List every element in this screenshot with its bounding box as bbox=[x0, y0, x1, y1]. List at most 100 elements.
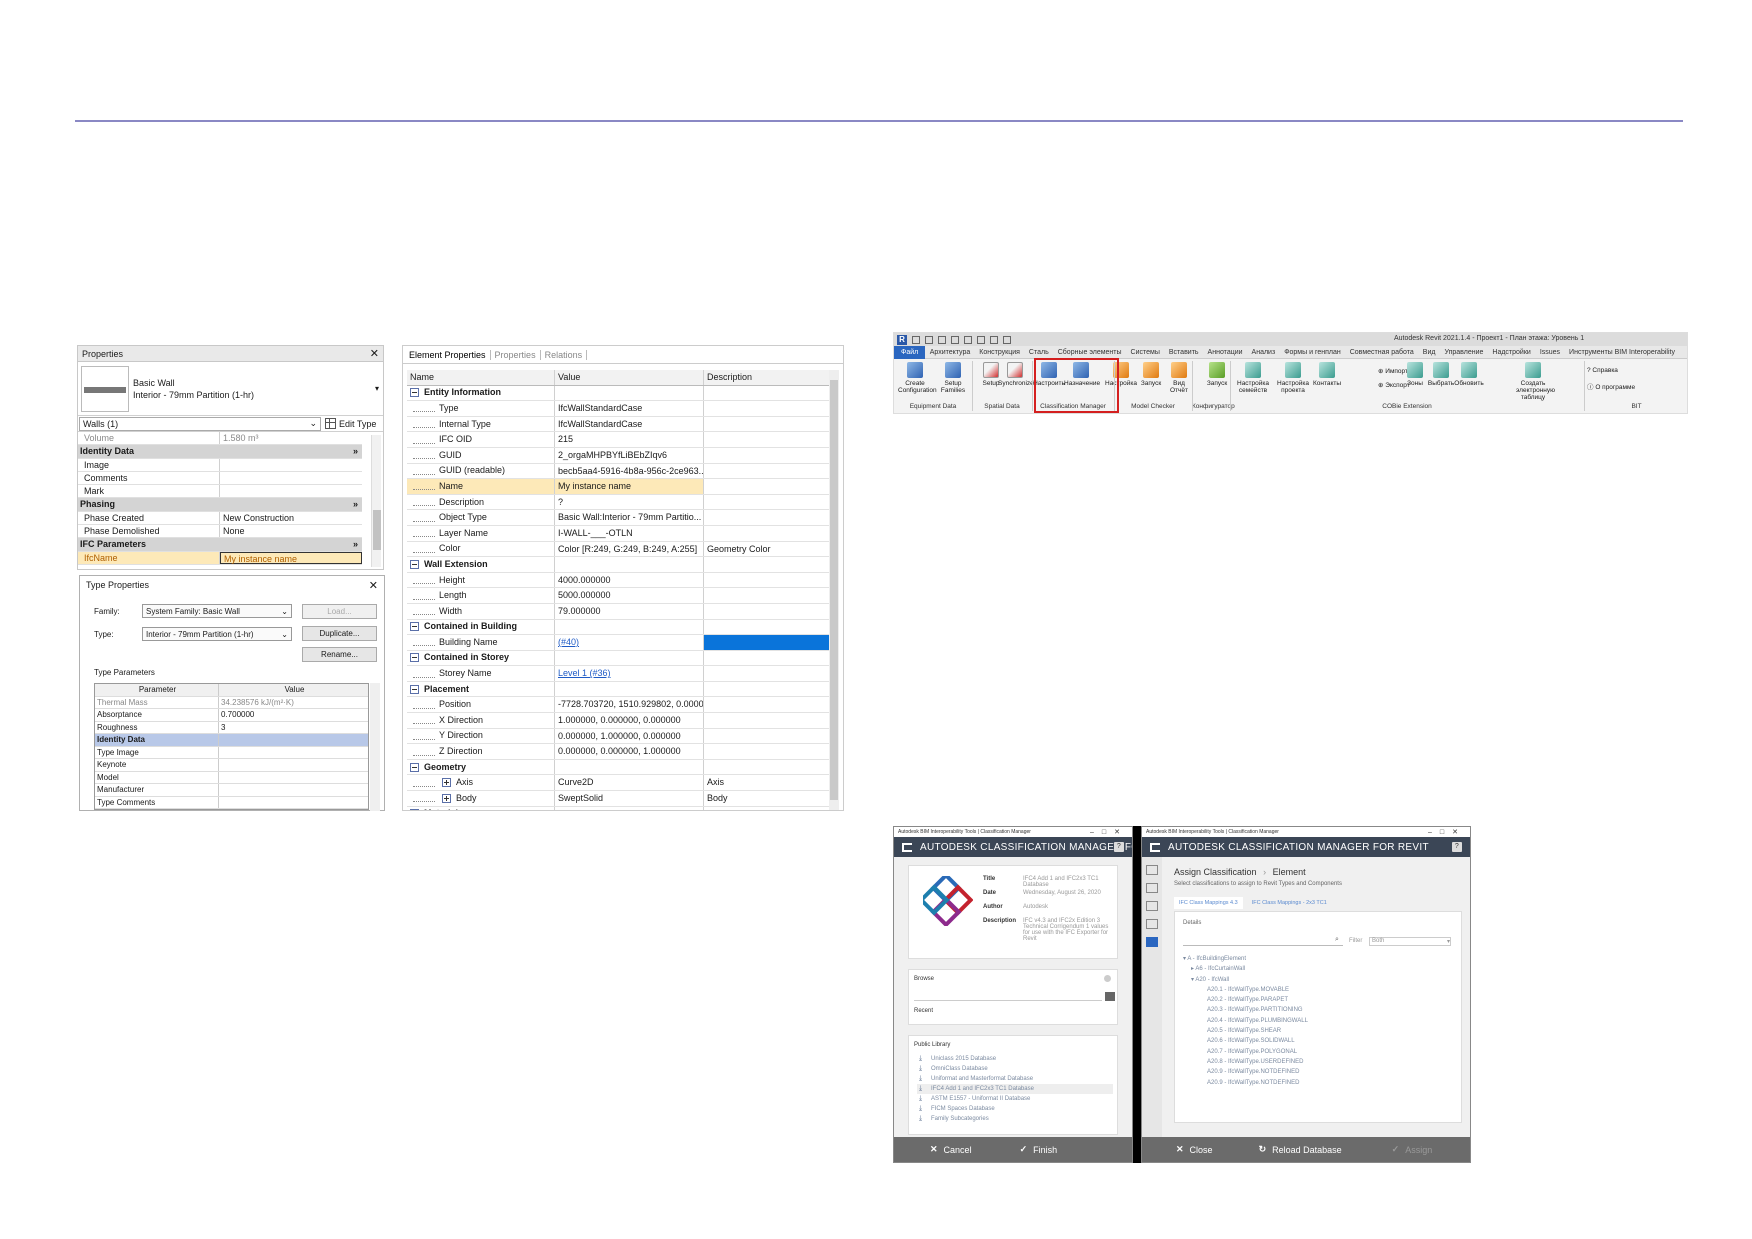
table-row[interactable]: Description? bbox=[407, 494, 831, 511]
tree-item[interactable]: A20.3 - IfcWallType.PARTITIONING bbox=[1183, 1005, 1308, 1015]
property-link[interactable]: (#40) bbox=[558, 637, 579, 647]
close-icon[interactable]: ✕ bbox=[370, 347, 379, 360]
measure-icon[interactable] bbox=[977, 335, 985, 344]
rename-button[interactable]: Rename... bbox=[302, 647, 377, 662]
browse-path-input[interactable] bbox=[914, 992, 1102, 1001]
library-list-item[interactable]: ASTM E1557 - Uniformat II Database bbox=[917, 1094, 1113, 1104]
property-value[interactable]: None bbox=[220, 525, 362, 537]
ribbon-tab[interactable]: Управление bbox=[1440, 349, 1488, 356]
type-parameters-scrollbar[interactable] bbox=[370, 683, 380, 811]
scrollbar-thumb[interactable] bbox=[373, 510, 381, 550]
tree-item[interactable]: ▾ A20 - IfcWall bbox=[1183, 975, 1308, 985]
library-list-item[interactable]: OmniClass Database bbox=[917, 1064, 1113, 1074]
tree-item[interactable]: A20.1 - IfcWallType.MOVABLE bbox=[1183, 985, 1308, 995]
property-row[interactable]: Volume 1.580 m³ bbox=[78, 432, 362, 446]
edit-type-button[interactable]: Edit Type bbox=[325, 418, 376, 429]
parameter-value[interactable] bbox=[219, 797, 368, 809]
table-row[interactable]: Z Direction 0.000000, 0.000000, 1.000000 bbox=[407, 744, 831, 760]
table-row[interactable]: Absorptance 0.700000 bbox=[95, 709, 368, 722]
table-row[interactable]: Color Color [R:249, G:249, B:249, A:255] G… bbox=[407, 541, 831, 558]
collapse-icon[interactable] bbox=[410, 622, 419, 632]
ribbon-tool-button[interactable]: Create Configuration bbox=[898, 362, 937, 394]
table-row[interactable]: Body SweptSolid Body bbox=[407, 791, 831, 807]
family-dropdown[interactable]: System Family: Basic Wall ⌄ bbox=[142, 604, 292, 618]
duplicate-button[interactable]: Duplicate... bbox=[302, 626, 377, 641]
column-header-value[interactable]: Value bbox=[555, 370, 704, 385]
help-icon[interactable]: ? bbox=[1452, 842, 1462, 852]
tab-properties[interactable]: Properties bbox=[491, 349, 541, 360]
parameter-value[interactable] bbox=[219, 747, 368, 759]
collapse-icon[interactable] bbox=[410, 809, 419, 810]
ribbon-tool-button[interactable]: Создать электронную таблицу bbox=[1516, 362, 1555, 401]
undo-icon[interactable] bbox=[938, 335, 946, 344]
table-row[interactable]: Width 79.000000 bbox=[407, 603, 831, 620]
property-value[interactable]: Level 1 (#36) bbox=[555, 666, 704, 681]
table-row[interactable]: Keynote bbox=[95, 759, 368, 772]
tree-item[interactable]: A20.9 - IfcWallType.NOTDEFINED bbox=[1183, 1067, 1308, 1077]
instance-filter-dropdown[interactable]: Walls (1) ⌄ bbox=[79, 416, 321, 431]
tree-item[interactable]: A20.2 - IfcWallType.PARAPET bbox=[1183, 995, 1308, 1005]
property-value[interactable]: New Construction bbox=[220, 512, 362, 524]
ribbon-tab[interactable]: Конструкция bbox=[975, 349, 1025, 356]
window-controls[interactable]: –□✕ bbox=[1428, 828, 1466, 836]
table-row[interactable]: Position -7728.703720, 1510.929802, 0.000… bbox=[407, 697, 831, 714]
property-value[interactable]: My instance name bbox=[220, 551, 362, 564]
print-icon[interactable] bbox=[964, 335, 972, 344]
property-value[interactable] bbox=[220, 485, 362, 497]
scrollbar-thumb[interactable] bbox=[830, 380, 838, 800]
property-group-header[interactable]: Identity Data » bbox=[78, 445, 362, 459]
layers-icon[interactable] bbox=[1146, 901, 1158, 911]
ribbon-tab[interactable]: Надстройки bbox=[1488, 349, 1535, 356]
property-row[interactable]: Phase Demolished None bbox=[78, 525, 362, 539]
save-icon[interactable] bbox=[925, 335, 933, 344]
tree-item[interactable]: A20.6 - IfcWallType.SOLIDWALL bbox=[1183, 1036, 1308, 1046]
ribbon-tool-button[interactable]: Setup Families bbox=[936, 362, 970, 394]
table-row[interactable]: Manufacturer bbox=[95, 784, 368, 797]
load-button[interactable]: Load... bbox=[302, 604, 377, 619]
finish-button[interactable]: ✓ Finish bbox=[1020, 1144, 1058, 1155]
table-row[interactable]: Length 5000.000000 bbox=[407, 588, 831, 604]
table-row[interactable]: Building Name (#40) bbox=[407, 635, 831, 651]
close-button[interactable]: ✕ Close bbox=[1176, 1144, 1213, 1155]
ribbon-tab[interactable]: Файл bbox=[894, 345, 926, 359]
window-controls[interactable]: –□✕ bbox=[1090, 828, 1128, 836]
tab-ifc-2x3[interactable]: IFC Class Mappings - 2x3 TC1 bbox=[1247, 897, 1332, 909]
property-group-header[interactable]: Wall Extension bbox=[407, 557, 831, 573]
ribbon-tab[interactable]: Аннотации bbox=[1203, 349, 1247, 356]
ribbon-tool-button[interactable]: Обновить bbox=[1452, 362, 1486, 387]
table-row[interactable]: Type IfcWallStandardCase bbox=[407, 401, 831, 417]
library-list-item[interactable]: Family Subcategories bbox=[917, 1114, 1113, 1124]
parameter-value[interactable] bbox=[219, 784, 368, 796]
tree-item[interactable]: A20.8 - IfcWallType.USERDEFINED bbox=[1183, 1057, 1308, 1067]
property-group-header[interactable]: Entity Information bbox=[407, 385, 831, 402]
table-row[interactable]: IFC OID 215 bbox=[407, 432, 831, 448]
property-group-header[interactable]: Placement bbox=[407, 681, 831, 698]
properties-scrollbar[interactable] bbox=[371, 435, 381, 567]
table-row[interactable]: Model bbox=[95, 771, 368, 784]
help-icon[interactable]: ? bbox=[1114, 842, 1124, 852]
ribbon-tab[interactable]: Формы и генплан bbox=[1280, 349, 1346, 356]
browse-folder-button[interactable] bbox=[1105, 992, 1115, 1001]
info-icon[interactable] bbox=[1104, 975, 1111, 982]
filter-dropdown[interactable]: Both ▾ bbox=[1369, 937, 1451, 946]
column-header-value[interactable]: Value bbox=[219, 684, 368, 696]
tree-item[interactable]: A20.4 - IfcWallType.PLUMBINGWALL bbox=[1183, 1016, 1308, 1026]
property-group-header[interactable]: IFC Parameters » bbox=[78, 538, 362, 552]
ribbon-tab[interactable]: Инструменты BIM Interoperability bbox=[1565, 349, 1680, 356]
assign-button[interactable]: ✓ Assign bbox=[1392, 1144, 1433, 1155]
table-row[interactable]: Type Image bbox=[95, 746, 368, 759]
ribbon-tool-button[interactable]: Запуск bbox=[1200, 362, 1234, 387]
library-list-item[interactable]: IFC4 Add 1 and IFC2x3 TC1 Database bbox=[917, 1084, 1113, 1094]
table-row[interactable]: Object Type Basic Wall:Interior - 79mm Pa… bbox=[407, 510, 831, 526]
tab-ifc-4-3[interactable]: IFC Class Mappings 4.3 bbox=[1174, 897, 1243, 909]
ribbon-tool-button[interactable]: Настройка проекта bbox=[1276, 362, 1310, 394]
expand-icon[interactable] bbox=[442, 778, 451, 788]
property-row[interactable]: Phase Created New Construction bbox=[78, 511, 362, 526]
ribbon-tool-button[interactable]: Synchronize bbox=[998, 362, 1034, 387]
tree-item[interactable]: A20.9 - IfcWallType.NOTDEFINED bbox=[1183, 1078, 1308, 1088]
parameter-value[interactable]: 0.700000 bbox=[219, 709, 368, 721]
library-list-item[interactable]: Uniclass 2015 Database bbox=[917, 1054, 1113, 1064]
collapse-icon[interactable] bbox=[410, 684, 419, 694]
ribbon-tool-button[interactable]: Контакты bbox=[1310, 362, 1344, 387]
list-icon[interactable] bbox=[1146, 883, 1158, 893]
